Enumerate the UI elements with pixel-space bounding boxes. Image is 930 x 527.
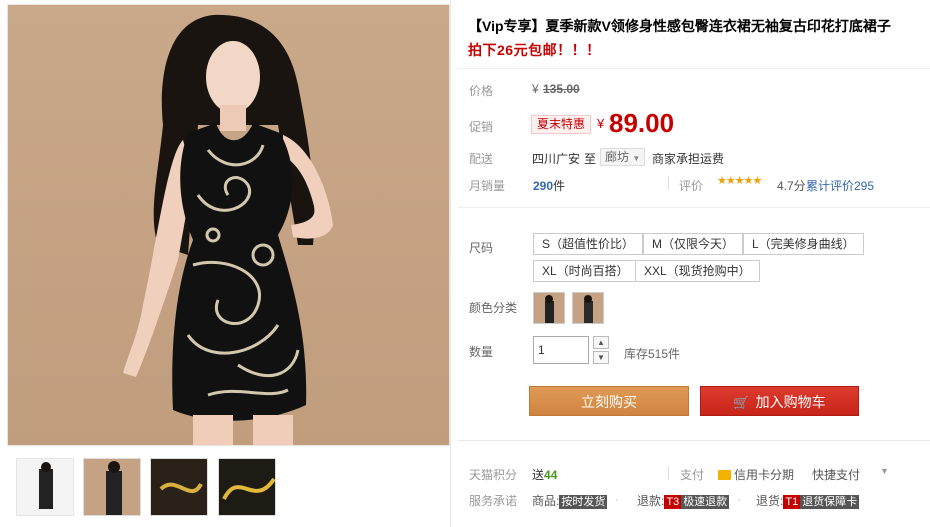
promo-currency: ¥ (597, 116, 605, 131)
separator (668, 176, 669, 190)
thumbnail-strip (7, 455, 450, 519)
monthly-sales-label: 月销量 (469, 179, 506, 193)
model-photo (123, 14, 333, 445)
service-return-prefix: 退货: (756, 494, 784, 508)
service-dot: · (615, 492, 619, 506)
add-to-cart-button[interactable]: 🛒 加入购物车 (700, 386, 859, 416)
price-label: 价格 (469, 84, 494, 98)
service-refund: 退款: T3 极速退款 (637, 492, 730, 509)
cart-icon: 🛒 (733, 395, 750, 410)
size-option-m[interactable]: M（仅限今天） (643, 233, 743, 255)
quantity-decrease-button[interactable]: ▼ (593, 351, 609, 364)
service-return-tag: 退货保障卡 (800, 495, 860, 509)
color-swatch-2-image (584, 295, 593, 323)
original-price: 135.00 (543, 82, 580, 96)
buy-now-button[interactable]: 立刻购买 (529, 386, 689, 416)
separator (668, 466, 669, 480)
color-swatch-1-image (545, 295, 554, 323)
size-option-xl[interactable]: XL（时尚百搭） (533, 260, 638, 282)
service-refund-prefix: 退款: (637, 494, 665, 508)
service-goods: 商品: 按时发货 (532, 492, 608, 509)
section-divider (458, 440, 930, 441)
review-count-link[interactable]: 累计评价295 (806, 177, 874, 194)
thumbnail-2-image (106, 461, 122, 515)
rating-stars-icon: ★★★★★ (717, 175, 762, 187)
chevron-up-icon: ▲ (597, 338, 605, 347)
color-label: 颜色分类 (469, 301, 518, 315)
size-option-s[interactable]: S（超值性价比） (533, 233, 644, 255)
service-refund-tag: 极速退款 (681, 495, 730, 509)
add-to-cart-label: 加入购物车 (755, 394, 826, 410)
service-goods-prefix: 商品: (532, 494, 560, 508)
color-swatch-1[interactable] (533, 292, 565, 324)
service-return: 退货: T1 退货保障卡 (756, 492, 860, 509)
destination-value: 廊坊 (605, 150, 630, 164)
points-prefix: 送 (532, 468, 545, 482)
points-label: 天猫积分 (469, 468, 518, 482)
credit-installment[interactable]: 信用卡分期 (718, 466, 794, 483)
quantity-increase-button[interactable]: ▲ (593, 336, 609, 349)
chevron-down-icon: ▼ (632, 154, 641, 163)
shipping-info: 商家承担运费 (652, 152, 725, 166)
service-label: 服务承诺 (469, 494, 518, 508)
rating-label: 评价 (679, 179, 704, 193)
payment-label: 支付 (680, 468, 705, 482)
payment-expand-icon[interactable]: ▼ (880, 466, 889, 476)
delivery-origin: 四川广安 (532, 152, 581, 166)
delivery-label: 配送 (469, 152, 494, 166)
quantity-label: 数量 (469, 345, 494, 359)
monthly-sales-unit: 件 (553, 179, 566, 193)
size-option-l[interactable]: L（完美修身曲线） (743, 233, 864, 255)
size-label: 尺码 (469, 241, 494, 255)
fast-pay[interactable]: 快捷支付 (812, 466, 860, 483)
points-value: 送44 (532, 466, 557, 483)
quantity-input[interactable] (533, 336, 589, 364)
service-refund-tag-code: T3 (664, 495, 682, 509)
size-option-xxl[interactable]: XXL（现货抢购中） (635, 260, 760, 282)
monthly-sales: 290件 (533, 177, 565, 194)
rating-score: 4.7分 (777, 179, 806, 193)
thumbnail-1-image (39, 462, 53, 509)
stock-info: 库存515件 (624, 347, 681, 361)
service-return-tag-code: T1 (783, 495, 801, 509)
credit-installment-label: 信用卡分期 (734, 468, 795, 482)
thumbnail-2[interactable] (83, 458, 141, 516)
thumbnail-1[interactable] (16, 458, 74, 516)
column-divider (450, 0, 451, 527)
service-goods-tag: 按时发货 (559, 495, 608, 509)
color-swatch-2[interactable] (572, 292, 604, 324)
thumbnail-4[interactable] (218, 458, 276, 516)
service-dot: · (737, 492, 741, 506)
destination-select[interactable]: 廊坊 ▼ (600, 148, 646, 166)
credit-card-icon (718, 470, 731, 480)
promo-badge: 夏末特惠 (531, 115, 592, 134)
promo-price: 89.00 (609, 108, 675, 138)
points-amount: 44 (544, 468, 558, 482)
buy-now-label: 立刻购买 (581, 394, 637, 410)
promo-label: 促销 (469, 120, 494, 134)
monthly-sales-count: 290 (533, 179, 554, 193)
thumbnail-3[interactable] (150, 458, 208, 516)
price-currency: ¥ (532, 82, 539, 96)
thumbnail-3-image (151, 459, 207, 515)
delivery-to: 至 (584, 152, 597, 166)
product-main-image[interactable] (7, 4, 450, 446)
product-subtitle: 拍下26元包邮！！！ (468, 42, 601, 58)
thumbnail-4-image (219, 459, 275, 515)
product-title: 【Vip专享】夏季新款V领修身性感包臀连衣裙无袖复古印花打底裙子 (468, 18, 891, 34)
chevron-down-icon: ▼ (597, 353, 605, 362)
